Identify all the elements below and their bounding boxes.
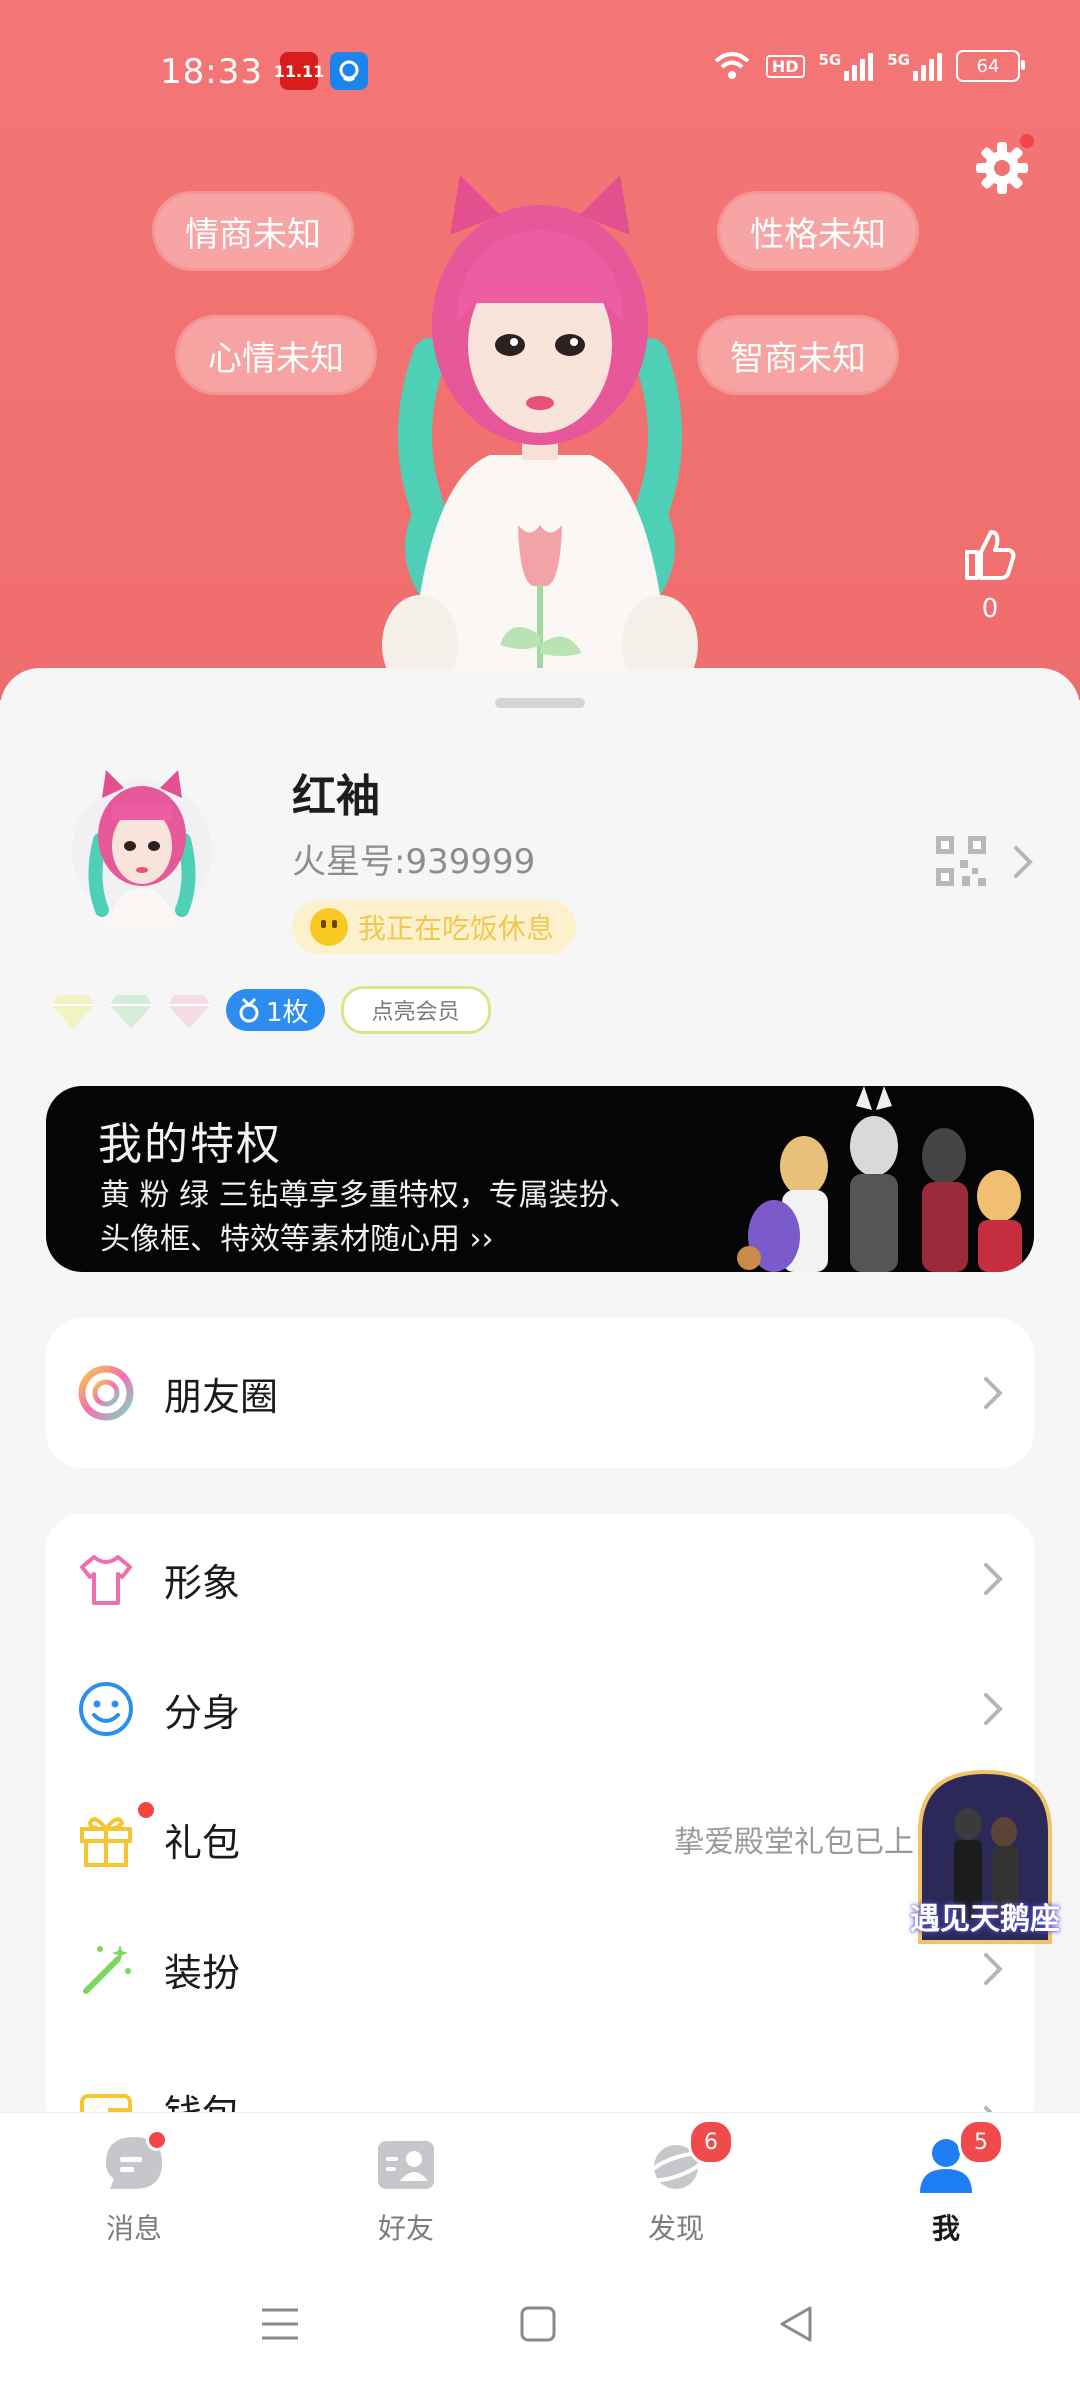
- system-nav-bar: [0, 2260, 1080, 2400]
- notification-dot: [146, 2129, 168, 2151]
- light-up-vip-button[interactable]: 点亮会员: [340, 986, 491, 1034]
- signal-bars-icon: [913, 51, 942, 81]
- menu-row-wallet[interactable]: 钱包: [46, 2034, 1034, 2124]
- chevron-right-icon[interactable]: [1012, 844, 1034, 880]
- hd-voice-icon: HD: [765, 54, 805, 78]
- wifi-icon: [714, 52, 750, 79]
- medal-count: 1枚: [266, 997, 309, 1028]
- like-button[interactable]: 0: [960, 528, 1020, 624]
- privilege-characters-image: [737, 1086, 1022, 1272]
- gift-pack-promo-text: 挚爱殿堂礼包已上: [674, 1825, 914, 1860]
- avatar-3d-figure[interactable]: [360, 175, 720, 700]
- gear-icon: [976, 142, 1028, 194]
- status-time: 18:33: [160, 52, 263, 92]
- menu-icon[interactable]: [260, 2304, 300, 2344]
- menu-label: 礼包: [164, 1820, 241, 1865]
- yellow-diamond-icon[interactable]: [52, 991, 94, 1029]
- tab-label: 好友: [377, 2212, 434, 2245]
- tab-badge: 6: [688, 2119, 734, 2165]
- privilege-banner[interactable]: 我的特权 黄 粉 绿 三钻尊享多重特权，专属装扮、头像框、特效等素材随心用 ››: [46, 1086, 1034, 1272]
- menu-label: 分身: [164, 1690, 241, 1735]
- pink-diamond-icon[interactable]: [168, 991, 210, 1029]
- home-square-icon[interactable]: [518, 2304, 558, 2344]
- thumbs-up-icon: [965, 530, 1016, 580]
- network-type-1: 5G: [818, 51, 842, 69]
- chevron-right-icon: [984, 1563, 1003, 1595]
- bottom-tab-bar: 消息 好友 6 发现 5 我: [0, 2112, 1080, 2261]
- tab-me[interactable]: 5 我: [876, 2119, 1016, 2247]
- tab-label: 我: [931, 2212, 960, 2245]
- status-text: 我正在吃饭休息: [358, 912, 555, 945]
- cloud-app-icon: [330, 52, 368, 90]
- menu-row-dress-up[interactable]: 装扮: [46, 1904, 1034, 2034]
- notification-dot: [138, 1802, 154, 1818]
- signal-bars-icon: [844, 51, 874, 81]
- tab-label: 发现: [647, 2212, 704, 2245]
- menu-row-avatar-clone[interactable]: 分身: [46, 1644, 1034, 1774]
- profile-hero: 18:33 11.11 HD 5G 5G 64 情商未知 性格未知 心情未知 智…: [0, 0, 1080, 700]
- battery-icon: 64: [956, 50, 1025, 82]
- tshirt-icon: [80, 1555, 132, 1605]
- privilege-title: 我的特权: [98, 1119, 282, 1170]
- status-bar: 18:33 11.11 HD 5G 5G 64: [0, 0, 1080, 140]
- menu-card: 形象 分身 礼包 挚爱殿堂礼包已上 装扮 钱包: [46, 1514, 1034, 2134]
- iq-bubble[interactable]: 智商未知: [700, 318, 896, 392]
- back-triangle-icon[interactable]: [776, 2304, 816, 2344]
- signal-2: 5G: [887, 51, 942, 81]
- event-ad-text: 遇见天鹅座: [910, 1902, 1060, 1937]
- menu-row-moments[interactable]: 朋友圈: [46, 1318, 1034, 1468]
- status-indicators: HD 5G 5G 64: [712, 50, 1025, 82]
- eq-bubble[interactable]: 情商未知: [155, 194, 351, 268]
- tab-friends[interactable]: 好友: [336, 2133, 476, 2247]
- smiley-icon: [79, 1682, 133, 1736]
- moments-card: 朋友圈: [46, 1318, 1034, 1468]
- moments-ring-icon: [78, 1365, 134, 1421]
- drag-handle[interactable]: [495, 698, 585, 708]
- tab-discover[interactable]: 6 发现: [606, 2119, 746, 2247]
- menu-label: 朋友圈: [164, 1374, 279, 1419]
- badge-row: 1枚 点亮会员: [52, 986, 491, 1034]
- tab-label: 消息: [105, 2212, 162, 2245]
- menu-label: 形象: [164, 1560, 241, 1605]
- avatar[interactable]: [72, 770, 212, 930]
- notification-dot: [1020, 134, 1034, 148]
- menu-label: 装扮: [164, 1950, 241, 1995]
- profile-uid[interactable]: 火星号:939999: [292, 834, 535, 883]
- menu-row-gift-pack[interactable]: 礼包 挚爱殿堂礼包已上: [46, 1774, 1034, 1904]
- signal-1: 5G: [819, 51, 874, 81]
- gift-icon: [80, 1817, 132, 1867]
- like-count: 0: [981, 594, 999, 624]
- personality-bubble[interactable]: 性格未知: [720, 194, 916, 268]
- floating-event-ad[interactable]: 遇见天鹅座: [900, 1762, 1070, 1952]
- friends-icon: [378, 2141, 434, 2189]
- profile-name: 红袖: [292, 771, 380, 822]
- emoji-icon: [310, 908, 348, 946]
- tab-badge: 5: [958, 2119, 1004, 2165]
- mood-bubble[interactable]: 心情未知: [178, 318, 374, 392]
- tab-messages[interactable]: 消息: [64, 2129, 204, 2247]
- chevron-right-icon: [984, 1693, 1003, 1725]
- chevron-right-icon: [984, 1377, 1003, 1409]
- menu-row-appearance[interactable]: 形象: [46, 1514, 1034, 1644]
- medal-badge[interactable]: 1枚: [226, 989, 325, 1031]
- medal-icon: [239, 997, 259, 1023]
- status-pill[interactable]: 我正在吃饭休息: [292, 900, 577, 954]
- qr-code-icon[interactable]: [936, 836, 986, 886]
- settings-gear-button[interactable]: [974, 134, 1034, 196]
- network-type-2: 5G: [887, 51, 910, 69]
- chevron-right-icon: [984, 1953, 1003, 1985]
- green-diamond-icon[interactable]: [110, 991, 152, 1029]
- magic-wand-icon: [83, 1945, 131, 1994]
- shopping-app-icon: 11.11: [274, 52, 324, 90]
- privilege-desc: 黄 粉 绿 三钻尊享多重特权，专属装扮、头像框、特效等素材随心用 ››: [100, 1178, 639, 1257]
